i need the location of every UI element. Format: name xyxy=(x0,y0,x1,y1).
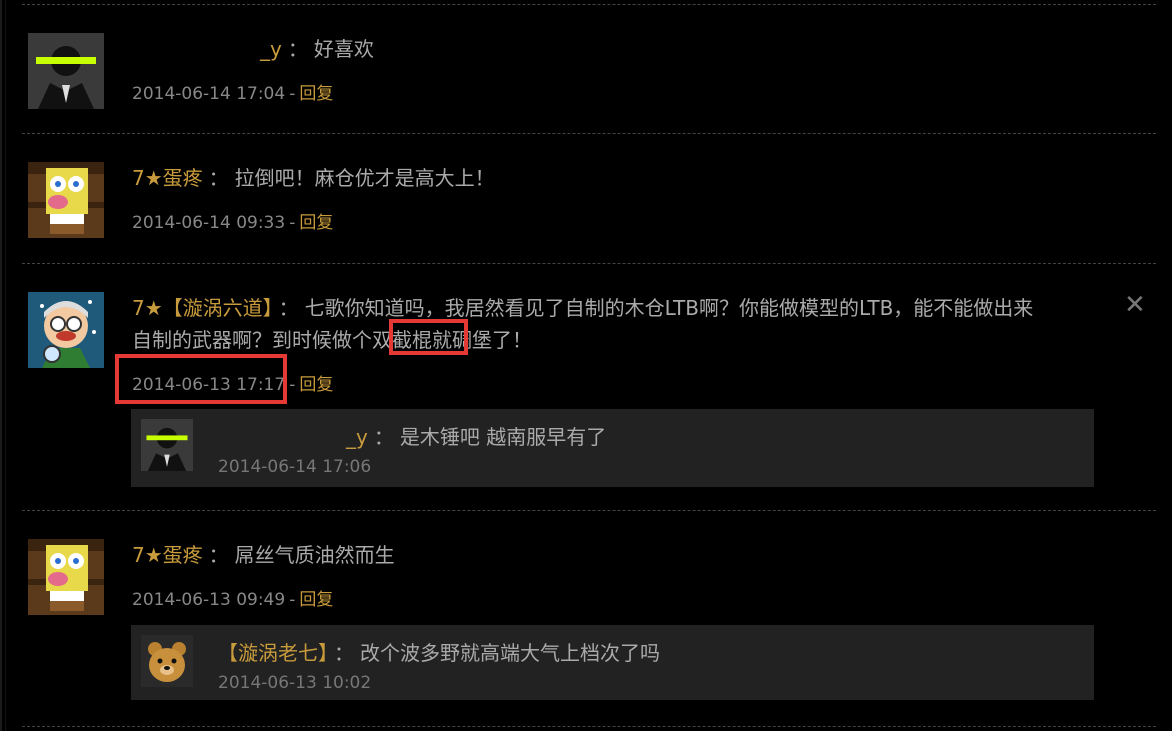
sub-reply-line: 【漩涡老七】：改个波多野就高端大气上档次了吗 xyxy=(218,637,660,666)
comment-username[interactable]: 7★蛋疼 xyxy=(132,166,203,190)
avatar-spongebob[interactable] xyxy=(28,539,104,615)
comment-text: 好喜欢 xyxy=(313,37,374,61)
comment-divider xyxy=(22,133,1156,134)
comment-text: 拉倒吧！麻仓优才是高大上！ xyxy=(234,166,495,190)
highlight-box-timestamp xyxy=(115,354,287,404)
comment-text-part: 自制的武器啊？到时候做个 xyxy=(132,328,372,352)
sub-reply-timestamp: 2014-06-13 10:02 xyxy=(218,673,372,693)
comment-page: _y：好喜欢 2014-06-14 17:04- 回复 7★蛋疼：拉倒吧！麻仓优才… xyxy=(0,0,1172,731)
avatar-suited-man[interactable] xyxy=(141,419,193,471)
sub-reply: _y：是木锤吧 越南服早有了 2014-06-14 17:06 xyxy=(131,409,1094,487)
meta-dash: - xyxy=(289,375,296,395)
colon-separator: ： xyxy=(373,425,394,449)
colon-separator: ： xyxy=(208,166,229,190)
highlight-box-word xyxy=(389,319,468,355)
comment-divider xyxy=(22,726,1156,727)
page-edge xyxy=(0,0,2,731)
comment-line-2: 自制的武器啊？到时候做个双截棍就碉堡了！ xyxy=(132,324,532,353)
sub-reply: 【漩涡老七】：改个波多野就高端大气上档次了吗 2014-06-13 10:02 xyxy=(131,625,1094,700)
sub-reply-line: _y：是木锤吧 越南服早有了 xyxy=(218,421,606,450)
sub-reply-text: 是木锤吧 越南服早有了 xyxy=(399,425,607,449)
reply-button[interactable]: 回复 xyxy=(299,213,333,233)
reply-button[interactable]: 回复 xyxy=(299,375,333,395)
colon-separator: ： xyxy=(334,641,354,665)
comment-text: 七歌你知道吗，我居然看见了自制的木仓LTB啊？你能做模型的LTB，能不能做出来 xyxy=(304,296,1034,320)
comment-divider xyxy=(22,263,1156,264)
reply-button[interactable]: 回复 xyxy=(299,590,333,610)
sub-reply-username[interactable]: 【漩涡老七】 xyxy=(218,641,328,665)
page-edge-inner xyxy=(5,0,6,731)
comment-username[interactable]: _y xyxy=(260,37,282,61)
avatar-cartoon-professor[interactable] xyxy=(28,292,104,368)
colon-separator: ： xyxy=(278,296,299,320)
comment-line: 7★【漩涡六道】：七歌你知道吗，我居然看见了自制的木仓LTB啊？你能做模型的LT… xyxy=(132,292,1033,321)
sub-reply-username[interactable]: _y xyxy=(346,425,368,449)
colon-separator: ： xyxy=(287,37,308,61)
colon-separator: ： xyxy=(208,543,229,567)
meta-dash: - xyxy=(289,213,296,233)
comment-meta: 2014-06-14 09:33- 回复 xyxy=(132,208,333,233)
comment-meta: 2014-06-14 17:04- 回复 xyxy=(132,79,333,104)
comment-line: 7★蛋疼：屌丝气质油然而生 xyxy=(132,539,395,568)
comment-divider xyxy=(22,4,1156,5)
comment-timestamp: 2014-06-14 17:04 xyxy=(132,84,286,104)
comment-username[interactable]: 7★蛋疼 xyxy=(132,543,203,567)
close-icon[interactable]: ✕ xyxy=(1124,292,1146,318)
comment-line: _y：好喜欢 xyxy=(132,33,374,62)
reply-button[interactable]: 回复 xyxy=(299,84,333,104)
avatar-spongebob[interactable] xyxy=(28,162,104,238)
avatar-suited-man[interactable] xyxy=(28,33,104,109)
meta-dash: - xyxy=(289,84,296,104)
comment-timestamp: 2014-06-13 09:49 xyxy=(132,590,286,610)
comment-divider xyxy=(22,510,1156,511)
comment-timestamp: 2014-06-14 09:33 xyxy=(132,213,286,233)
sub-reply-timestamp: 2014-06-14 17:06 xyxy=(218,457,372,477)
comment-line: 7★蛋疼：拉倒吧！麻仓优才是高大上！ xyxy=(132,162,495,191)
sub-reply-text: 改个波多野就高端大气上档次了吗 xyxy=(360,641,660,665)
comment-meta: 2014-06-13 09:49- 回复 xyxy=(132,585,333,610)
meta-dash: - xyxy=(289,590,296,610)
avatar-teddy-bear[interactable] xyxy=(141,635,193,687)
comment-text: 屌丝气质油然而生 xyxy=(234,543,395,567)
comment-username[interactable]: 7★【漩涡六道】 xyxy=(132,296,273,320)
